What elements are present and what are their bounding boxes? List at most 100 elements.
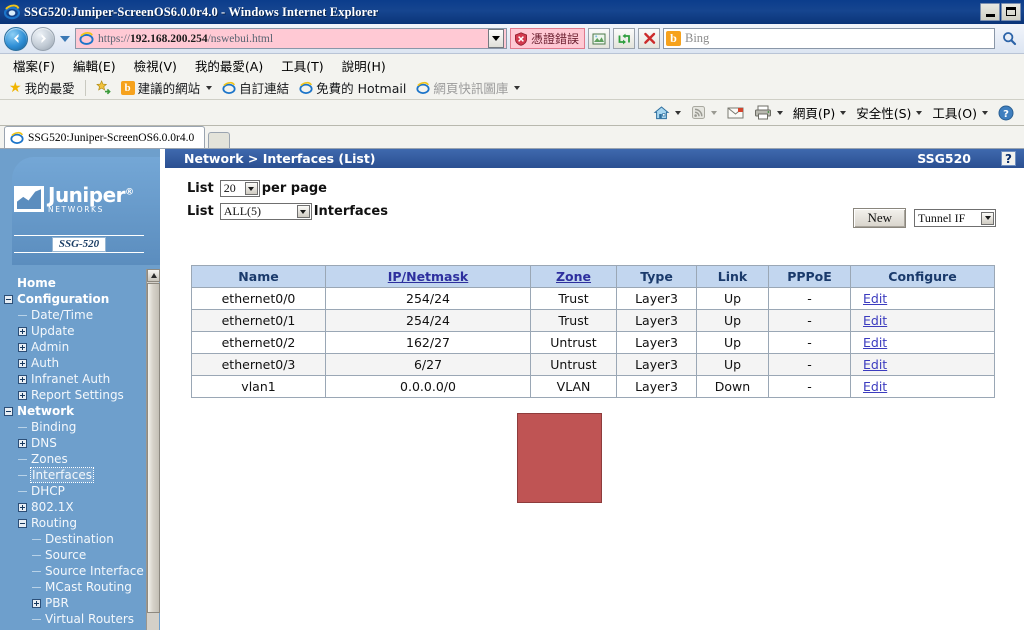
- forward-button[interactable]: [31, 26, 55, 51]
- search-go-button[interactable]: [998, 28, 1020, 49]
- sidebar-item-label: Home: [17, 276, 56, 290]
- sidebar-item-source-interface[interactable]: Source Interface: [0, 563, 146, 579]
- command-item-page[interactable]: 網頁(P): [789, 101, 850, 124]
- sidebar-item-configuration[interactable]: Configuration: [0, 291, 146, 307]
- sidebar-item-802-1x[interactable]: 802.1X: [0, 499, 146, 515]
- sidebar-item-date-time[interactable]: Date/Time: [0, 307, 146, 323]
- internet-explorer-icon: [4, 4, 20, 20]
- sidebar-item-routing[interactable]: Routing: [0, 515, 146, 531]
- column-header-ip-netmask[interactable]: IP/Netmask: [325, 265, 531, 288]
- help-button[interactable]: ?: [1001, 151, 1016, 166]
- expand-icon[interactable]: [18, 390, 27, 400]
- sidebar-item-interfaces[interactable]: Interfaces: [0, 467, 146, 483]
- collapse-icon[interactable]: [18, 518, 27, 528]
- sidebar-item-label: Virtual Routers: [45, 612, 135, 626]
- print-button[interactable]: [750, 103, 787, 122]
- sidebar-item-mcast-routing[interactable]: MCast Routing: [0, 579, 146, 595]
- tree-branch-icon: [32, 586, 41, 588]
- compatibility-view-button[interactable]: [588, 28, 610, 49]
- collapse-icon[interactable]: [4, 294, 13, 304]
- collapse-icon[interactable]: [4, 406, 13, 416]
- chevron-down-icon[interactable]: [244, 182, 258, 195]
- sidebar-item-home[interactable]: Home: [0, 275, 146, 291]
- sidebar-item-pbr[interactable]: PBR: [0, 595, 146, 611]
- read-mail-button[interactable]: [723, 104, 748, 121]
- sidebar-item-source[interactable]: Source: [0, 547, 146, 563]
- chevron-down-icon[interactable]: [776, 110, 783, 115]
- scroll-up-button[interactable]: [147, 269, 160, 282]
- certificate-error-badge[interactable]: 憑證錯誤: [509, 28, 585, 49]
- add-to-favorites-bar-button[interactable]: [92, 79, 115, 96]
- menu-item-edit[interactable]: 編輯(E): [64, 54, 125, 77]
- edit-link[interactable]: Edit: [863, 313, 887, 328]
- menu-item-favorites[interactable]: 我的最愛(A): [186, 54, 272, 77]
- edit-link[interactable]: Edit: [863, 335, 887, 350]
- chevron-down-icon: [982, 110, 988, 115]
- home-button[interactable]: [649, 103, 685, 123]
- expand-icon[interactable]: [18, 326, 27, 336]
- command-help-button[interactable]: ?: [994, 103, 1018, 123]
- edit-link[interactable]: Edit: [863, 291, 887, 306]
- expand-icon[interactable]: [18, 358, 27, 368]
- menu-item-tools[interactable]: 工具(T): [272, 54, 332, 77]
- favorite-web-slice-gallery[interactable]: 網頁快訊圖庫: [412, 77, 524, 98]
- url-bar[interactable]: https://192.168.200.254/nswebui.html: [75, 28, 507, 49]
- sidebar-item-admin[interactable]: Admin: [0, 339, 146, 355]
- expand-icon[interactable]: [18, 374, 27, 384]
- chevron-down-icon[interactable]: [710, 110, 717, 115]
- feeds-button[interactable]: [687, 103, 721, 122]
- expand-icon[interactable]: [18, 438, 27, 448]
- sidebar-item-auth[interactable]: Auth: [0, 355, 146, 371]
- menu-item-file[interactable]: 檔案(F): [4, 54, 64, 77]
- history-dropdown-button[interactable]: [58, 27, 72, 51]
- sidebar-item-dns[interactable]: DNS: [0, 435, 146, 451]
- sidebar-item-label: Binding: [31, 420, 77, 434]
- new-tab-button[interactable]: [208, 132, 231, 148]
- search-input[interactable]: b Bing: [663, 28, 995, 49]
- expand-icon[interactable]: [32, 598, 41, 608]
- expand-icon[interactable]: [18, 342, 27, 352]
- edit-link[interactable]: Edit: [863, 357, 887, 372]
- sidebar-item-network[interactable]: Network: [0, 403, 146, 419]
- sidebar-item-report-settings[interactable]: Report Settings: [0, 387, 146, 403]
- logo-brand-text: Juniper®: [48, 183, 134, 207]
- column-header-zone[interactable]: Zone: [530, 265, 617, 288]
- minimize-button[interactable]: [980, 3, 1000, 21]
- sidebar-scrollbar[interactable]: [146, 269, 160, 630]
- chevron-down-icon[interactable]: [674, 110, 681, 115]
- sidebar-item-infranet-auth[interactable]: Infranet Auth: [0, 371, 146, 387]
- scrollbar-thumb[interactable]: [147, 283, 160, 613]
- edit-link[interactable]: Edit: [863, 379, 887, 394]
- favorite-free-hotmail[interactable]: 免費的 Hotmail: [295, 77, 410, 98]
- new-button[interactable]: New: [853, 208, 906, 228]
- sidebar-item-virtual-routers[interactable]: Virtual Routers: [0, 611, 146, 627]
- sidebar-item-update[interactable]: Update: [0, 323, 146, 339]
- per-page-select[interactable]: 20: [219, 180, 260, 197]
- favorite-custom-links[interactable]: 自訂連結: [218, 77, 293, 98]
- menu-item-view[interactable]: 檢視(V): [125, 54, 186, 77]
- tab-ssg520[interactable]: SSG520:Juniper-ScreenOS6.0.0r4.0: [4, 126, 206, 148]
- cell-pppoe: -: [768, 287, 851, 310]
- sidebar-item-dhcp[interactable]: DHCP: [0, 483, 146, 499]
- command-item-tools[interactable]: 工具(O): [928, 101, 992, 124]
- menu-item-help[interactable]: 說明(H): [333, 54, 395, 77]
- back-button[interactable]: [4, 26, 28, 51]
- expand-icon[interactable]: [18, 502, 27, 512]
- sidebar-item-binding[interactable]: Binding: [0, 419, 146, 435]
- internet-explorer-icon: [299, 81, 313, 94]
- new-interface-type-select[interactable]: Tunnel IF: [914, 209, 996, 227]
- favorites-center-button[interactable]: ★ 我的最愛: [5, 77, 79, 98]
- stop-button[interactable]: [638, 28, 660, 49]
- favorite-suggested-sites[interactable]: b 建議的網站: [117, 77, 217, 98]
- chevron-down-icon[interactable]: [296, 205, 310, 218]
- url-dropdown-button[interactable]: [487, 29, 504, 48]
- chevron-down-icon[interactable]: [981, 211, 994, 225]
- cell-configure: Edit: [850, 287, 995, 310]
- sidebar-item-destination[interactable]: Destination: [0, 531, 146, 547]
- sidebar-item-label: Zones: [31, 452, 68, 466]
- restore-button[interactable]: [1001, 3, 1021, 21]
- refresh-button[interactable]: [613, 28, 635, 49]
- interface-filter-select[interactable]: ALL(5): [219, 203, 312, 220]
- sidebar-item-zones[interactable]: Zones: [0, 451, 146, 467]
- command-item-safety[interactable]: 安全性(S): [852, 101, 926, 124]
